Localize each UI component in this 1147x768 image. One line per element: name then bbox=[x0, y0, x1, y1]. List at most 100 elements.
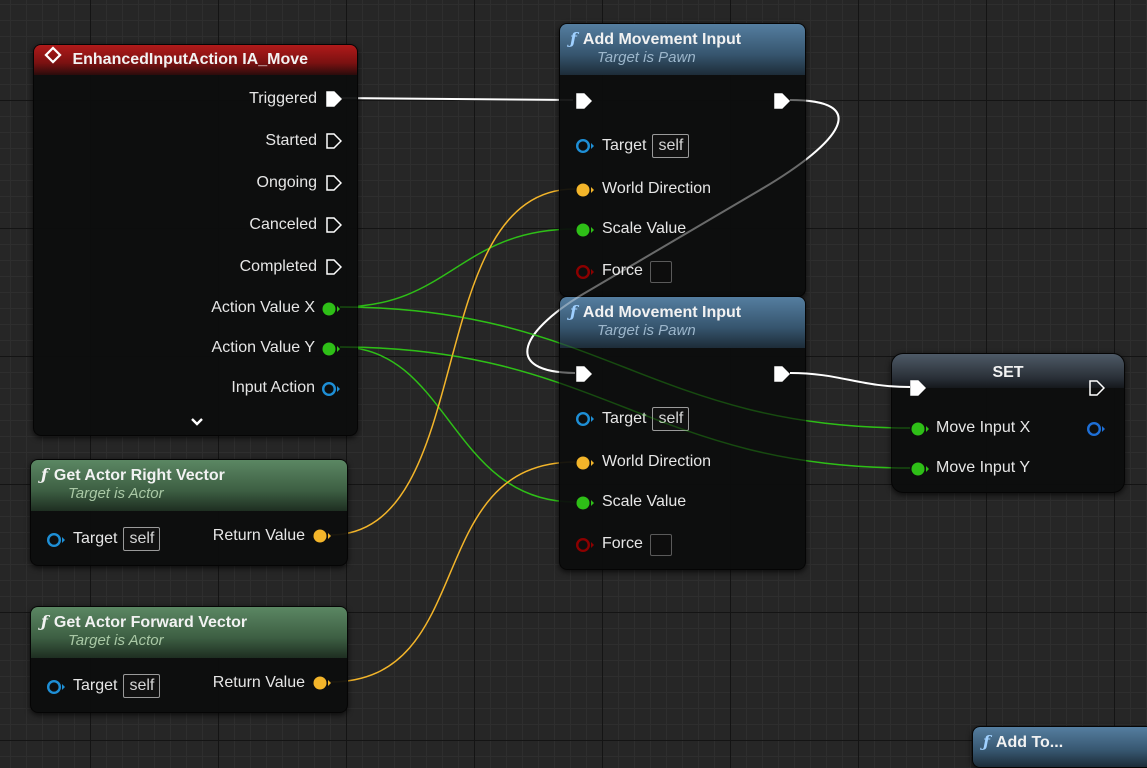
pin-label-ongoing: Ongoing bbox=[256, 174, 318, 191]
partial-node-header[interactable]: ƒ Add To... bbox=[973, 727, 1147, 767]
function-icon: ƒ bbox=[41, 465, 48, 484]
get-actor-right-vector-node[interactable]: ƒ Get Actor Right Vector Target is Actor … bbox=[30, 459, 348, 566]
function-icon: ƒ bbox=[983, 732, 990, 751]
pin-row-triggered[interactable]: Triggered bbox=[249, 89, 317, 109]
set-node[interactable]: SET Move Input X Move Input Y bbox=[891, 353, 1125, 493]
float-pin-icon[interactable] bbox=[321, 301, 341, 317]
exec-pin-icon[interactable] bbox=[326, 133, 342, 149]
chevron-down-icon[interactable] bbox=[190, 416, 204, 428]
float-pin-icon[interactable] bbox=[575, 222, 595, 238]
add-movement-1-direction-row[interactable]: World Direction bbox=[602, 179, 711, 199]
pin-row-input-action[interactable]: Input Action bbox=[231, 378, 315, 398]
get-forward-target-row[interactable]: Target self bbox=[73, 674, 161, 698]
wire-action-y-scale-2 bbox=[339, 346, 576, 503]
object-pin-icon[interactable] bbox=[1086, 421, 1106, 437]
bool-pin-icon[interactable] bbox=[575, 264, 595, 280]
pin-row-ongoing[interactable]: Ongoing bbox=[257, 173, 318, 193]
bool-pin-icon[interactable] bbox=[575, 537, 595, 553]
exec-pin-in-icon[interactable] bbox=[576, 93, 592, 109]
set-move-input-y-label: Move Input Y bbox=[936, 459, 1030, 476]
get-right-subtitle: Target is Actor bbox=[68, 485, 164, 502]
get-forward-return-row[interactable]: Return Value bbox=[213, 673, 305, 693]
add-movement-2-header[interactable]: ƒ Add Movement Input Target is Pawn bbox=[560, 297, 805, 348]
add-movement-input-node-2[interactable]: ƒ Add Movement Input Target is Pawn Targe… bbox=[559, 296, 806, 570]
get-forward-title: Get Actor Forward Vector bbox=[53, 614, 248, 631]
get-forward-header[interactable]: ƒ Get Actor Forward Vector Target is Acto… bbox=[31, 607, 347, 658]
add-movement-2-scale-label: Scale Value bbox=[602, 493, 687, 510]
add-movement-1-target-input[interactable]: self bbox=[652, 134, 690, 158]
get-right-target-row[interactable]: Target self bbox=[73, 527, 161, 551]
event-diamond-icon bbox=[44, 45, 62, 75]
pin-row-started[interactable]: Started bbox=[265, 131, 317, 151]
exec-pin-out-icon[interactable] bbox=[1089, 380, 1105, 396]
event-node-title: EnhancedInputAction IA_Move bbox=[72, 51, 309, 69]
add-movement-2-target-input[interactable]: self bbox=[652, 407, 690, 431]
wire-right-vector-direction-1 bbox=[329, 188, 576, 536]
wire-action-x-scale-1 bbox=[339, 228, 576, 308]
vector-pin-icon[interactable] bbox=[575, 455, 595, 471]
add-movement-2-direction-row[interactable]: World Direction bbox=[602, 452, 711, 472]
add-movement-2-target-label: Target bbox=[602, 410, 647, 427]
pin-row-action-value-x[interactable]: Action Value X bbox=[211, 298, 315, 318]
exec-pin-icon[interactable] bbox=[326, 175, 342, 191]
get-right-return-row[interactable]: Return Value bbox=[213, 526, 305, 546]
get-forward-return-label: Return Value bbox=[212, 674, 305, 691]
exec-pin-icon[interactable] bbox=[326, 217, 342, 233]
add-movement-2-subtitle: Target is Pawn bbox=[597, 322, 696, 339]
vector-pin-icon[interactable] bbox=[575, 182, 595, 198]
add-movement-1-force-row[interactable]: Force bbox=[602, 261, 643, 281]
pin-label-triggered: Triggered bbox=[249, 90, 317, 107]
float-pin-icon[interactable] bbox=[575, 495, 595, 511]
add-movement-1-target-label: Target bbox=[602, 137, 647, 154]
event-node-ia-move[interactable]: EnhancedInputAction IA_Move Triggered St… bbox=[33, 44, 358, 436]
pin-label-action-value-x: Action Value X bbox=[211, 299, 315, 316]
exec-pin-in-icon[interactable] bbox=[910, 380, 926, 396]
object-pin-icon[interactable] bbox=[46, 532, 66, 548]
function-icon: ƒ bbox=[41, 612, 48, 631]
get-forward-target-input[interactable]: self bbox=[123, 674, 161, 698]
vector-pin-icon[interactable] bbox=[312, 675, 332, 691]
add-movement-input-node-1[interactable]: ƒ Add Movement Input Target is Pawn Targe… bbox=[559, 23, 806, 297]
float-pin-icon[interactable] bbox=[321, 341, 341, 357]
add-movement-1-target-row[interactable]: Target self bbox=[602, 134, 690, 158]
add-movement-2-title: Add Movement Input bbox=[582, 304, 742, 321]
object-pin-icon[interactable] bbox=[575, 138, 595, 154]
object-pin-icon[interactable] bbox=[321, 381, 341, 397]
add-movement-2-direction-label: World Direction bbox=[602, 453, 712, 470]
add-movement-1-header[interactable]: ƒ Add Movement Input Target is Pawn bbox=[560, 24, 805, 75]
vector-pin-icon[interactable] bbox=[312, 528, 332, 544]
get-right-target-input[interactable]: self bbox=[123, 527, 161, 551]
float-pin-icon[interactable] bbox=[910, 461, 930, 477]
get-actor-forward-vector-node[interactable]: ƒ Get Actor Forward Vector Target is Acto… bbox=[30, 606, 348, 713]
partial-node-bottom-right[interactable]: ƒ Add To... bbox=[972, 726, 1147, 768]
add-movement-2-target-row[interactable]: Target self bbox=[602, 407, 690, 431]
exec-pin-out-icon[interactable] bbox=[774, 93, 790, 109]
event-node-header[interactable]: EnhancedInputAction IA_Move bbox=[34, 45, 357, 75]
partial-node-title: Add To... bbox=[995, 734, 1064, 751]
pin-label-action-value-y: Action Value Y bbox=[211, 339, 315, 356]
exec-pin-icon[interactable] bbox=[326, 259, 342, 275]
add-movement-2-force-row[interactable]: Force bbox=[602, 534, 643, 554]
get-right-title: Get Actor Right Vector bbox=[53, 467, 225, 484]
set-move-input-x-row[interactable]: Move Input X bbox=[936, 418, 1030, 438]
object-pin-icon[interactable] bbox=[575, 411, 595, 427]
set-move-input-y-row[interactable]: Move Input Y bbox=[936, 458, 1030, 478]
get-forward-subtitle: Target is Actor bbox=[68, 632, 164, 649]
add-movement-1-force-label: Force bbox=[602, 262, 643, 279]
get-right-return-label: Return Value bbox=[212, 527, 305, 544]
add-movement-1-scale-row[interactable]: Scale Value bbox=[602, 219, 686, 239]
add-movement-2-force-checkbox[interactable] bbox=[650, 534, 672, 556]
pin-row-completed[interactable]: Completed bbox=[240, 257, 317, 277]
add-movement-2-scale-row[interactable]: Scale Value bbox=[602, 492, 686, 512]
add-movement-1-title: Add Movement Input bbox=[582, 31, 742, 48]
float-pin-icon[interactable] bbox=[910, 421, 930, 437]
pin-row-action-value-y[interactable]: Action Value Y bbox=[212, 338, 315, 358]
exec-pin-in-icon[interactable] bbox=[576, 366, 592, 382]
get-right-header[interactable]: ƒ Get Actor Right Vector Target is Actor bbox=[31, 460, 347, 511]
add-movement-1-force-checkbox[interactable] bbox=[650, 261, 672, 283]
pin-row-canceled[interactable]: Canceled bbox=[249, 215, 317, 235]
exec-pin-icon[interactable] bbox=[326, 91, 342, 107]
object-pin-icon[interactable] bbox=[46, 679, 66, 695]
add-movement-2-force-label: Force bbox=[602, 535, 643, 552]
exec-pin-out-icon[interactable] bbox=[774, 366, 790, 382]
